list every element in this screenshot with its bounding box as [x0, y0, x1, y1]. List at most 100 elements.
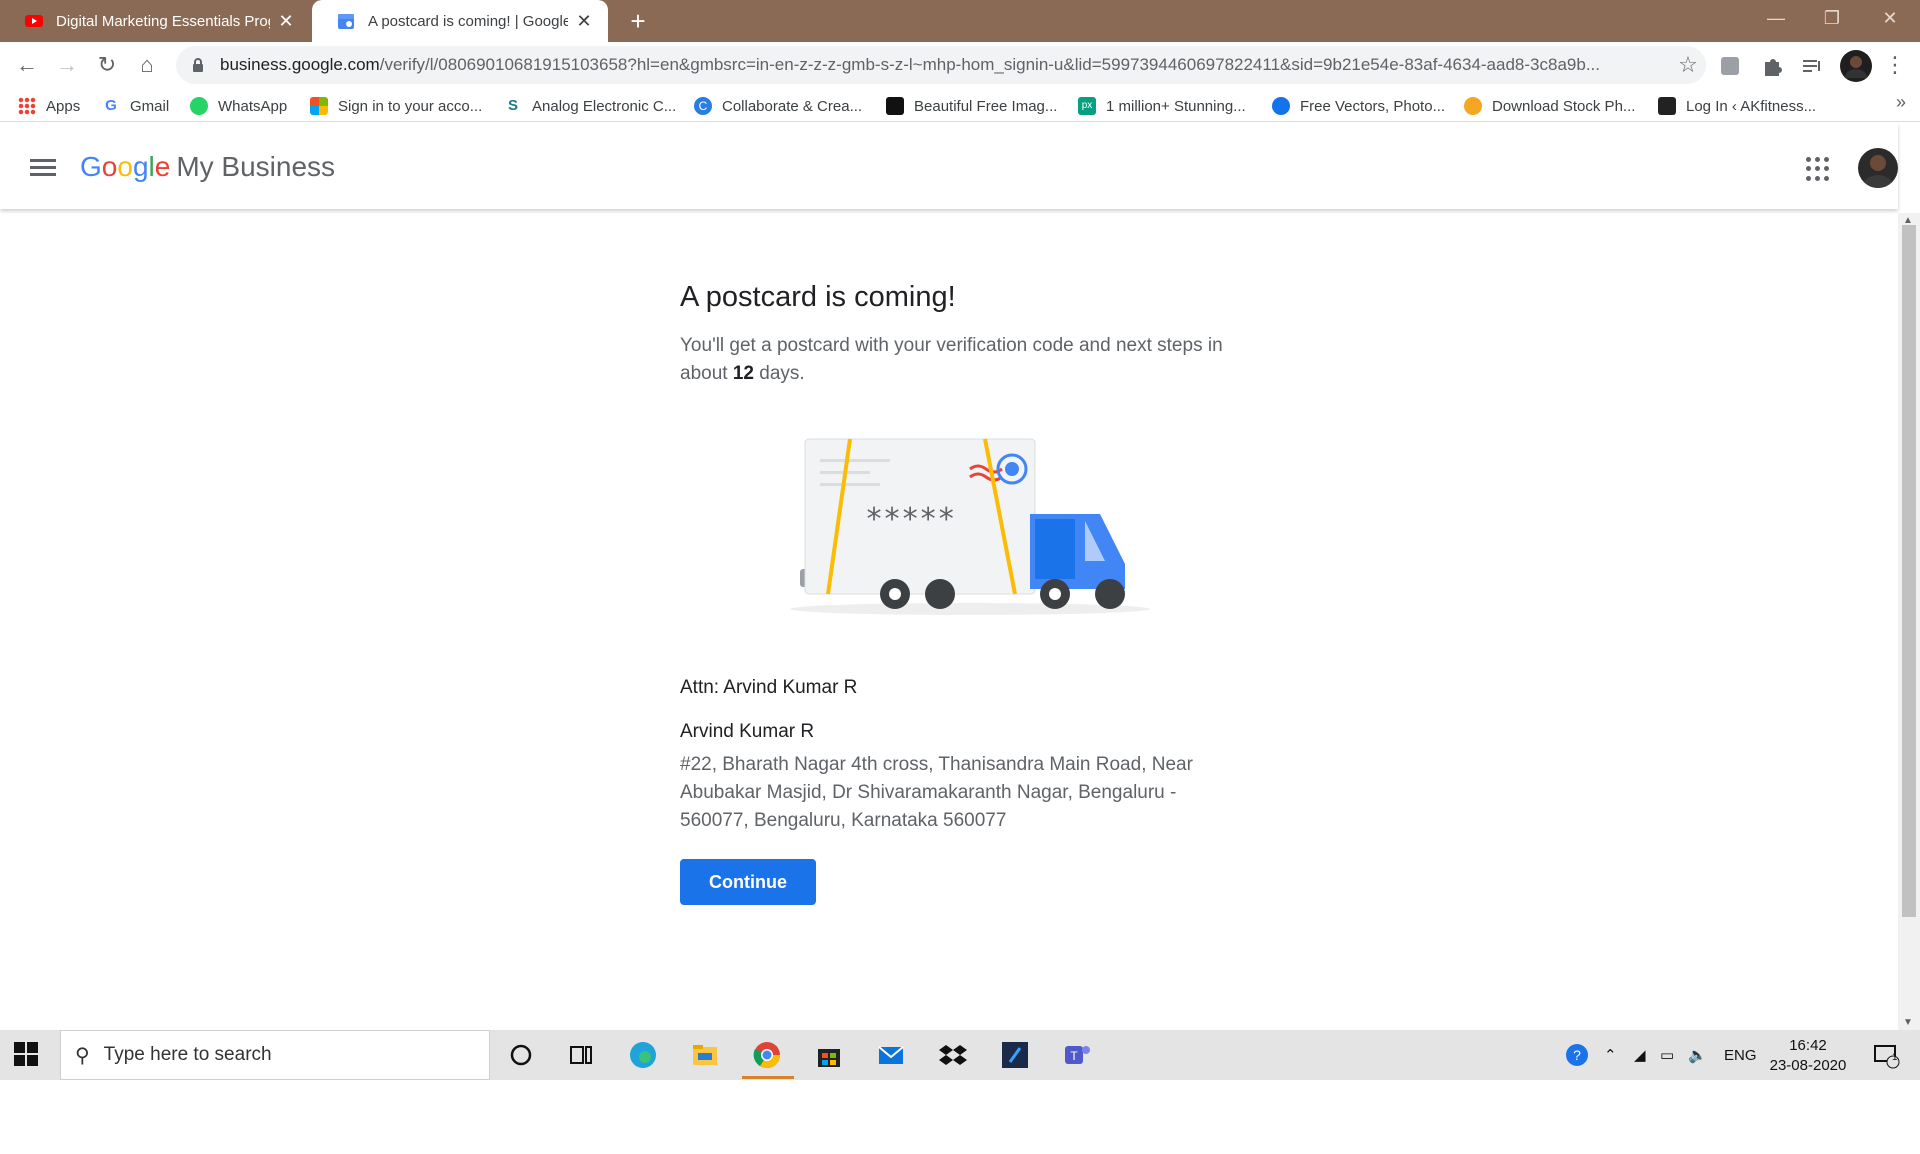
windows-start-icon[interactable] [14, 1042, 38, 1066]
chrome-active-indicator [742, 1076, 794, 1079]
reload-icon[interactable]: ↻ [92, 50, 122, 80]
more-bookmarks-icon[interactable]: » [1896, 92, 1906, 113]
system-clock[interactable]: 16:42 23-08-2020 [1758, 1036, 1858, 1076]
show-hidden-icons[interactable]: ⌃ [1604, 1030, 1617, 1080]
bookmark-label: 1 million+ Stunning... [1106, 97, 1246, 115]
svg-text:T: T [1070, 1049, 1078, 1063]
battery-icon[interactable]: ▭ [1660, 1030, 1674, 1080]
wifi-icon[interactable]: ◢ [1634, 1030, 1646, 1080]
google-icon: G [105, 97, 117, 114]
bookmark-analog-electronic[interactable]: S Analog Electronic C... [504, 94, 676, 118]
bookmark-pexels[interactable]: px 1 million+ Stunning... [1078, 94, 1246, 118]
clock-date: 23-08-2020 [1769, 1057, 1847, 1074]
account-avatar[interactable] [1858, 148, 1898, 188]
menu-kebab-icon[interactable]: ⋮ [1880, 50, 1910, 80]
freepik-icon [1272, 97, 1290, 115]
verification-card: A postcard is coming! You'll get a postc… [680, 281, 1240, 905]
google-my-business-logo[interactable]: Google My Business [80, 151, 335, 183]
page-title: A postcard is coming! [680, 281, 956, 313]
empty-area [0, 1080, 1920, 1154]
cortana-icon[interactable] [506, 1040, 536, 1070]
akfitness-icon [1658, 97, 1676, 115]
scroll-thumb[interactable] [1902, 225, 1916, 917]
minimize-icon[interactable]: — [1748, 0, 1804, 36]
page-scrollbar[interactable]: ▲ ▼ [1898, 213, 1920, 1030]
bookmark-label: Sign in to your acco... [338, 97, 483, 115]
search-placeholder: Type here to search [103, 1044, 272, 1065]
bookmark-freepik[interactable]: Free Vectors, Photo... [1272, 94, 1445, 118]
bookmark-star-icon[interactable]: ☆ [1670, 52, 1706, 78]
bookmark-label: Gmail [130, 97, 170, 115]
volume-icon[interactable]: 🔈 [1688, 1030, 1707, 1080]
bookmark-label: Log In ‹ AKfitness... [1686, 97, 1817, 115]
bookmark-label: Apps [46, 97, 81, 115]
teams-icon[interactable]: T [1062, 1040, 1092, 1070]
bookmark-whatsapp[interactable]: WhatsApp [190, 94, 287, 118]
close-tab-icon[interactable]: ✕ [276, 11, 296, 32]
mail-icon[interactable] [876, 1040, 906, 1070]
bookmark-label: Beautiful Free Imag... [914, 97, 1058, 115]
scroll-down-icon[interactable]: ▼ [1903, 1017, 1913, 1028]
illustration-code: ***** [865, 502, 955, 537]
bookmark-apps[interactable]: Apps [18, 94, 80, 118]
url-text: business.google.com/verify/l/08069010681… [220, 55, 1670, 75]
back-icon[interactable]: ← [12, 50, 42, 80]
app-launcher-icon[interactable] [1000, 1040, 1030, 1070]
postal-address: #22, Bharath Nagar 4th cross, Thanisandr… [680, 754, 1193, 831]
tab-title: Digital Marketing Essentials Prog [56, 12, 270, 30]
taskbar-search-input[interactable]: ⚲ Type here to search [60, 1030, 490, 1080]
task-view-icon[interactable] [566, 1040, 596, 1070]
tab-title: A postcard is coming! | Google M [368, 12, 568, 30]
notification-center-icon[interactable]: 1 [1872, 1030, 1900, 1080]
media-queue-icon[interactable] [1798, 52, 1826, 80]
bookmark-microsoft-signin[interactable]: Sign in to your acco... [310, 94, 482, 118]
bookmark-label: Collaborate & Crea... [722, 97, 863, 115]
puzzle-icon[interactable] [1758, 52, 1786, 80]
language-indicator[interactable]: ENG [1724, 1030, 1757, 1080]
microsoft-icon [310, 97, 328, 115]
windows-taskbar: ⚲ Type here to search T ? ⌃ ◢ ▭ 🔈 ENG 16… [0, 1030, 1920, 1080]
home-icon[interactable]: ⌂ [132, 50, 162, 80]
dropbox-icon[interactable] [938, 1040, 968, 1070]
scribd-s-icon: S [507, 97, 518, 114]
bookmark-collaborate[interactable]: C Collaborate & Crea... [694, 94, 862, 118]
close-window-icon[interactable]: ✕ [1862, 0, 1918, 36]
postcard-truck-illustration: ***** [790, 438, 1150, 615]
canva-icon: C [694, 97, 712, 115]
url-path: /verify/l/08069010681915103658?hl=en&gmb… [379, 55, 1600, 74]
svg-text:?: ? [1573, 1047, 1581, 1063]
file-explorer-icon[interactable] [690, 1040, 720, 1070]
unsplash-icon [886, 97, 904, 115]
bookmark-stock-photos[interactable]: Download Stock Ph... [1464, 94, 1635, 118]
hamburger-menu-icon[interactable] [30, 159, 56, 177]
bookmark-label: Download Stock Ph... [1492, 97, 1636, 115]
clock-time: 16:42 [1789, 1037, 1827, 1054]
bookmark-unsplash[interactable]: Beautiful Free Imag... [886, 94, 1057, 118]
bookmark-akfitness[interactable]: Log In ‹ AKfitness... [1658, 94, 1816, 118]
whatsapp-icon [190, 97, 208, 115]
address-bar[interactable]: business.google.com/verify/l/08069010681… [176, 46, 1706, 84]
search-icon: ⚲ [75, 1044, 90, 1067]
new-tab-button[interactable]: + [622, 4, 654, 38]
close-tab-icon[interactable]: ✕ [574, 11, 594, 32]
extension-icon[interactable] [1716, 52, 1744, 80]
bookmarks-bar: Apps G Gmail WhatsApp Sign in to your ac… [0, 88, 1920, 122]
lock-icon [193, 58, 203, 72]
forward-icon[interactable]: → [52, 50, 82, 80]
stock-photo-icon [1464, 97, 1482, 115]
notification-count: 1 [1892, 1052, 1898, 1063]
url-host: business.google.com [220, 55, 380, 74]
restore-icon[interactable]: ❐ [1804, 0, 1860, 36]
bookmark-gmail[interactable]: G Gmail [102, 94, 169, 118]
continue-button[interactable]: Continue [680, 859, 816, 905]
days-count: 12 [732, 363, 754, 384]
bookmark-label: WhatsApp [218, 97, 288, 115]
profile-avatar[interactable] [1840, 50, 1872, 82]
microsoft-store-icon[interactable] [814, 1040, 844, 1070]
google-apps-icon[interactable] [1806, 157, 1830, 181]
tab-digital-marketing[interactable]: Digital Marketing Essentials Prog ✕ [0, 0, 310, 42]
tab-postcard[interactable]: A postcard is coming! | Google M ✕ [312, 0, 608, 42]
chrome-icon[interactable] [752, 1040, 782, 1070]
edge-browser-icon[interactable] [628, 1040, 658, 1070]
help-icon[interactable]: ? [1564, 1030, 1590, 1080]
